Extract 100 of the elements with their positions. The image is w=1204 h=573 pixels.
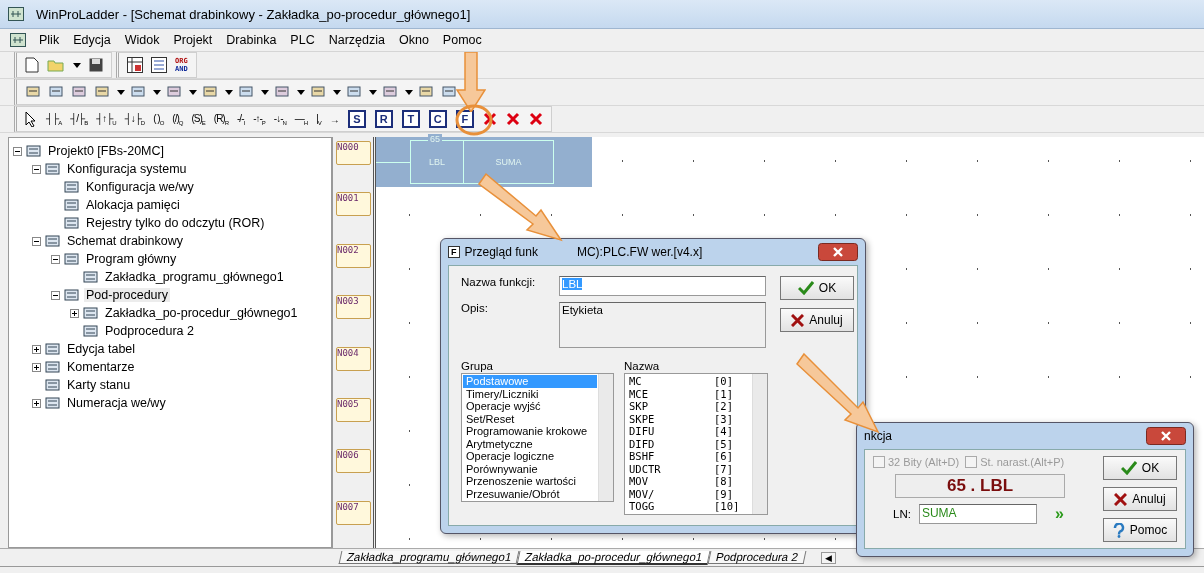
tool-icon[interactable] [382,84,400,100]
instruction-button[interactable]: C [428,110,447,128]
function-name[interactable]: MC [626,375,714,388]
tool-icon[interactable] [94,84,112,100]
delete-icon[interactable] [528,112,543,126]
save-icon[interactable] [89,58,103,72]
function-name[interactable]: MOV [626,475,714,488]
menu-item[interactable]: Okno [391,33,436,47]
list-item[interactable]: Przenoszenie wartości [463,475,597,488]
new-document-icon[interactable] [25,57,39,73]
list-item[interactable]: Set/Reset [463,412,597,425]
tree-item[interactable]: Konfiguracja systemu [65,162,189,176]
delete-icon[interactable] [482,112,497,126]
ladder-tool[interactable]: ( )$_{O}$ [153,112,164,126]
tool-icon[interactable] [418,84,436,100]
caret-icon[interactable] [369,89,377,95]
instruction-button[interactable]: S [347,110,366,128]
tree-item[interactable]: Podprocedura 2 [103,324,196,338]
function-name[interactable]: SKP [626,400,714,413]
ok-button[interactable]: OK [1103,456,1177,480]
sheet-tab[interactable]: Zakładka_po-procedur_głównego1 [516,550,711,565]
tool-icon[interactable] [310,84,328,100]
function-name[interactable]: DIFD [626,437,714,450]
menu-item[interactable]: Drabinka [219,33,284,47]
tree-item[interactable]: Projekt0 [FBs-20MC] [46,144,166,158]
tool-icon[interactable] [238,84,256,100]
ladder-tool[interactable]: -/-$_{I}$ [237,112,245,126]
label-name-field[interactable]: SUMA [918,504,1037,524]
tree-item[interactable]: Rejestry tylko do odczytu (ROR) [84,216,267,230]
caret-icon[interactable] [297,89,305,95]
caret-icon[interactable] [117,89,125,95]
list-item[interactable]: Operacje logiczne [463,450,597,463]
function-name[interactable]: TOGG [626,500,714,513]
list-item[interactable]: Arytmetyczne [463,437,597,450]
list-item[interactable]: Przesuwanie/Obrót [463,487,597,500]
menu-item[interactable]: Narzędzia [321,33,392,47]
list-item[interactable]: Timery/Liczniki [463,387,597,400]
collapse-icon[interactable] [32,236,41,246]
tree-item[interactable]: Program główny [84,252,179,266]
scrollbar[interactable] [752,374,767,514]
menu-item[interactable]: Edycja [66,33,118,47]
tree-item[interactable]: Komentarze [65,360,137,374]
menu-item[interactable]: Projekt [166,33,220,47]
function-name[interactable]: DIFU [626,425,714,438]
scroll-left-button[interactable]: ◀ [821,551,837,564]
tool-icon[interactable] [166,84,184,100]
menu-item[interactable]: Pomoc [435,33,489,47]
tree-item[interactable]: Numeracja we/wy [65,396,168,410]
ladder-tool[interactable]: ┤↑├$_{U}$ [96,112,116,126]
collapse-icon[interactable] [13,146,22,156]
caret-icon[interactable] [333,89,341,95]
table-icon[interactable] [127,57,143,73]
instruction-button[interactable]: R [374,110,393,128]
function-name[interactable]: MCE [626,387,714,400]
list-item[interactable]: Porównywanie [463,462,597,475]
collapse-icon[interactable] [51,254,60,264]
instruction-button[interactable]: T [401,110,420,128]
list-item[interactable]: Operacje wyjść [463,400,597,413]
expand-icon[interactable] [32,362,41,372]
scrollbar[interactable] [598,374,613,501]
function-name[interactable]: BSHF [626,450,714,463]
tool-icon[interactable] [25,84,43,100]
caret-icon[interactable] [153,89,161,95]
expand-icon[interactable] [32,398,41,408]
ladder-tool[interactable]: ┤/├$_{B}$ [70,112,88,126]
expand-icon[interactable] [70,308,79,318]
tree-item[interactable]: Pod-procedury [84,288,170,302]
menu-item[interactable]: PLC [283,33,322,47]
tree-item[interactable]: Zakładka_programu_głównego1 [103,270,286,284]
ladder-tool[interactable]: —$_{H}$ [294,112,308,126]
delete-icon[interactable] [505,112,520,126]
tool-icon[interactable] [130,84,148,100]
function-name[interactable]: MOV/ [626,487,714,500]
tree-item[interactable]: Karty stanu [65,378,133,392]
tool-icon[interactable] [48,84,66,100]
ladder-tool[interactable]: |$_{V}$ [316,112,321,126]
caret-icon[interactable] [189,89,197,95]
menu-item[interactable]: Widok [117,33,167,47]
tool-icon[interactable] [441,84,459,100]
list-item[interactable]: Programowanie krokowe [463,425,597,438]
ladder-tool[interactable]: (S)$_{E}$ [191,112,205,126]
menu-item[interactable]: Plik [32,33,67,47]
ladder-tool[interactable]: ┤├$_{A}$ [46,112,62,126]
caret-icon[interactable] [225,89,233,95]
tool-icon[interactable] [346,84,364,100]
caret-icon[interactable] [73,62,81,68]
close-button[interactable] [1146,427,1186,445]
tree-item[interactable]: Schemat drabinkowy [65,234,186,248]
caret-icon[interactable] [405,89,413,95]
ladder-tool[interactable]: → [329,113,339,125]
sheet-tab[interactable]: Zakładka_programu_głównego1 [338,551,520,564]
tree-item[interactable]: Alokacja pamięci [84,198,182,212]
expand-icon[interactable] [32,344,41,354]
tool-icon[interactable] [274,84,292,100]
sheet-tab[interactable]: Podprocedura 2 [708,551,807,564]
ladder-tool[interactable]: -↓-$_{N}$ [273,112,286,126]
ladder-icon[interactable] [151,57,167,73]
ladder-tool[interactable]: (R)$_{R}$ [213,112,229,126]
close-button[interactable] [818,243,858,261]
pointer-icon[interactable] [25,111,37,127]
